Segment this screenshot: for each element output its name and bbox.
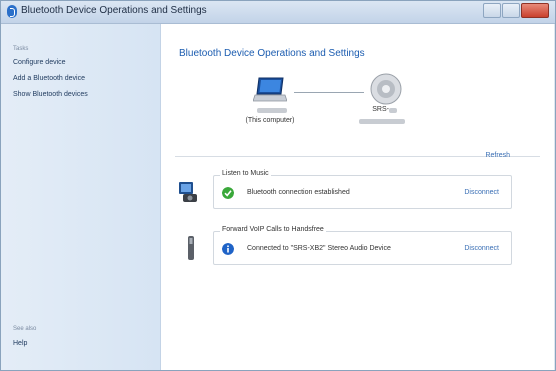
remote-device-name: SRS- [372, 106, 389, 113]
headset-service-icon [188, 236, 194, 260]
this-computer-caption: (This computer) [245, 117, 295, 124]
page-title: Bluetooth Device Operations and Settings [179, 48, 365, 59]
sidebar-see-also-heading: See also [13, 326, 37, 332]
voip-disconnect-link[interactable]: Disconnect [464, 245, 499, 252]
sidebar: Tasks Configure device Add a Bluetooth d… [1, 24, 161, 370]
computer-name-redacted [257, 108, 287, 113]
speaker-icon [370, 73, 402, 105]
connection-line [294, 92, 364, 93]
app-window: Bluetooth Device Operations and Settings… [0, 0, 556, 371]
remote-device-name-redacted [389, 108, 397, 113]
forward-voip-calls-group: Forward VoIP Calls to Handsfree Connecte… [213, 226, 512, 265]
music-service-icon [179, 182, 197, 202]
window-title: Bluetooth Device Operations and Settings [21, 5, 207, 16]
check-icon [222, 187, 234, 199]
sidebar-item-help[interactable]: Help [13, 340, 27, 347]
sidebar-tasks-heading: Tasks [13, 46, 29, 52]
laptop-icon [253, 77, 287, 102]
sidebar-item-show-bluetooth-devices[interactable]: Show Bluetooth devices [13, 91, 88, 98]
maximize-button[interactable] [502, 3, 520, 18]
title-bar[interactable]: Bluetooth Device Operations and Settings [1, 1, 555, 24]
music-disconnect-link[interactable]: Disconnect [464, 189, 499, 196]
window-controls [483, 3, 549, 18]
listen-to-music-label: Listen to Music [220, 170, 271, 177]
minimize-button[interactable] [483, 3, 501, 18]
remote-device-subtitle-redacted [359, 119, 405, 124]
bluetooth-icon [7, 5, 17, 18]
refresh-link[interactable]: Refresh [485, 152, 510, 159]
close-button[interactable] [521, 3, 549, 18]
listen-to-music-group: Listen to Music Bluetooth connection est… [213, 170, 512, 209]
voip-status-text: Connected to "SRS-XB2" Stereo Audio Devi… [247, 245, 391, 252]
forward-voip-calls-label: Forward VoIP Calls to Handsfree [220, 226, 326, 233]
sidebar-item-configure-device[interactable]: Configure device [13, 59, 66, 66]
music-status-text: Bluetooth connection established [247, 189, 350, 196]
main-panel: Bluetooth Device Operations and Settings… [161, 24, 554, 370]
sidebar-item-add-bluetooth-device[interactable]: Add a Bluetooth device [13, 75, 85, 82]
info-icon [222, 243, 234, 255]
